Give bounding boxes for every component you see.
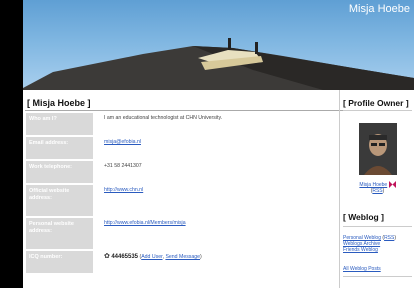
row-icq: ICQ number: ✿ 44465535 (Add User, Send M… xyxy=(26,251,336,275)
site-title: Misja Hoebe xyxy=(348,3,410,15)
row-label: Who am I? xyxy=(26,113,93,135)
friends-weblog-link[interactable]: Friends Weblog xyxy=(343,247,378,253)
icq-number: 44465535 xyxy=(111,254,139,260)
row-who-am-i: Who am I? I am an educational technologi… xyxy=(26,113,336,137)
icq-value: ✿ 44465535 (Add User, Send Message) xyxy=(104,253,202,260)
row-email: Email address: misja@efobia.nl xyxy=(26,137,336,161)
weblog-links: Personal Weblog (RSS) Weblogs Archive Fr… xyxy=(343,235,397,254)
bowtie-icon xyxy=(388,181,396,188)
banner: Misja Hoebe xyxy=(23,0,414,90)
row-personal-website: Personal website address: http://www.efob… xyxy=(26,218,336,251)
owner-rss-link[interactable]: RSS xyxy=(372,188,382,194)
all-weblog-posts-link[interactable]: All Weblog Posts xyxy=(343,266,381,272)
avatar[interactable] xyxy=(359,123,397,175)
weblogs-archive-link[interactable]: Weblogs Archive xyxy=(343,241,380,247)
owner-heading: [ Profile Owner ] xyxy=(343,98,409,108)
official-website-link[interactable]: http://www.chn.nl xyxy=(104,187,143,193)
owner-rss: (RSS) xyxy=(370,188,385,194)
row-label: ICQ number: xyxy=(26,251,93,273)
weblog-heading-rule xyxy=(343,226,412,227)
send-message-link[interactable]: Send Message xyxy=(165,254,200,260)
sidebar-bottom-rule xyxy=(343,276,412,277)
row-value: I am an educational technologist at CHN … xyxy=(104,115,223,121)
weblog-heading: [ Weblog ] xyxy=(343,212,384,222)
personal-weblog-rss-link[interactable]: RSS xyxy=(384,235,394,241)
owner-heading-rule xyxy=(343,110,412,111)
owner-name-link[interactable]: Misja Hoebe xyxy=(359,182,387,188)
row-label: Official website address: xyxy=(26,185,93,216)
profile-heading: [ Misja Hoebe ] xyxy=(27,98,91,108)
row-label: Email address: xyxy=(26,137,93,159)
row-official-website: Official website address: http://www.chn.… xyxy=(26,185,336,218)
row-work-telephone: Work telephone: +31 58 2441307 xyxy=(26,161,336,185)
profile-rows: Who am I? I am an educational technologi… xyxy=(26,113,336,275)
row-label: Personal website address: xyxy=(26,218,93,249)
personal-weblog-link[interactable]: Personal Weblog xyxy=(343,235,381,241)
personal-website-link[interactable]: http://www.efobia.nl/Members/misja xyxy=(104,220,186,226)
email-link[interactable]: misja@efobia.nl xyxy=(104,139,141,145)
page: Misja Hoebe [ Misja Hoebe ] Who am I? I … xyxy=(23,0,414,288)
row-value: +31 58 2441307 xyxy=(104,163,142,169)
sidebar: [ Profile Owner ] Misja Hoebe (RSS) [ We… xyxy=(339,90,414,288)
icq-flower-icon: ✿ xyxy=(104,253,110,260)
row-label: Work telephone: xyxy=(26,161,93,183)
add-user-link[interactable]: Add User xyxy=(141,254,162,260)
owner-name: Misja Hoebe xyxy=(340,181,414,188)
